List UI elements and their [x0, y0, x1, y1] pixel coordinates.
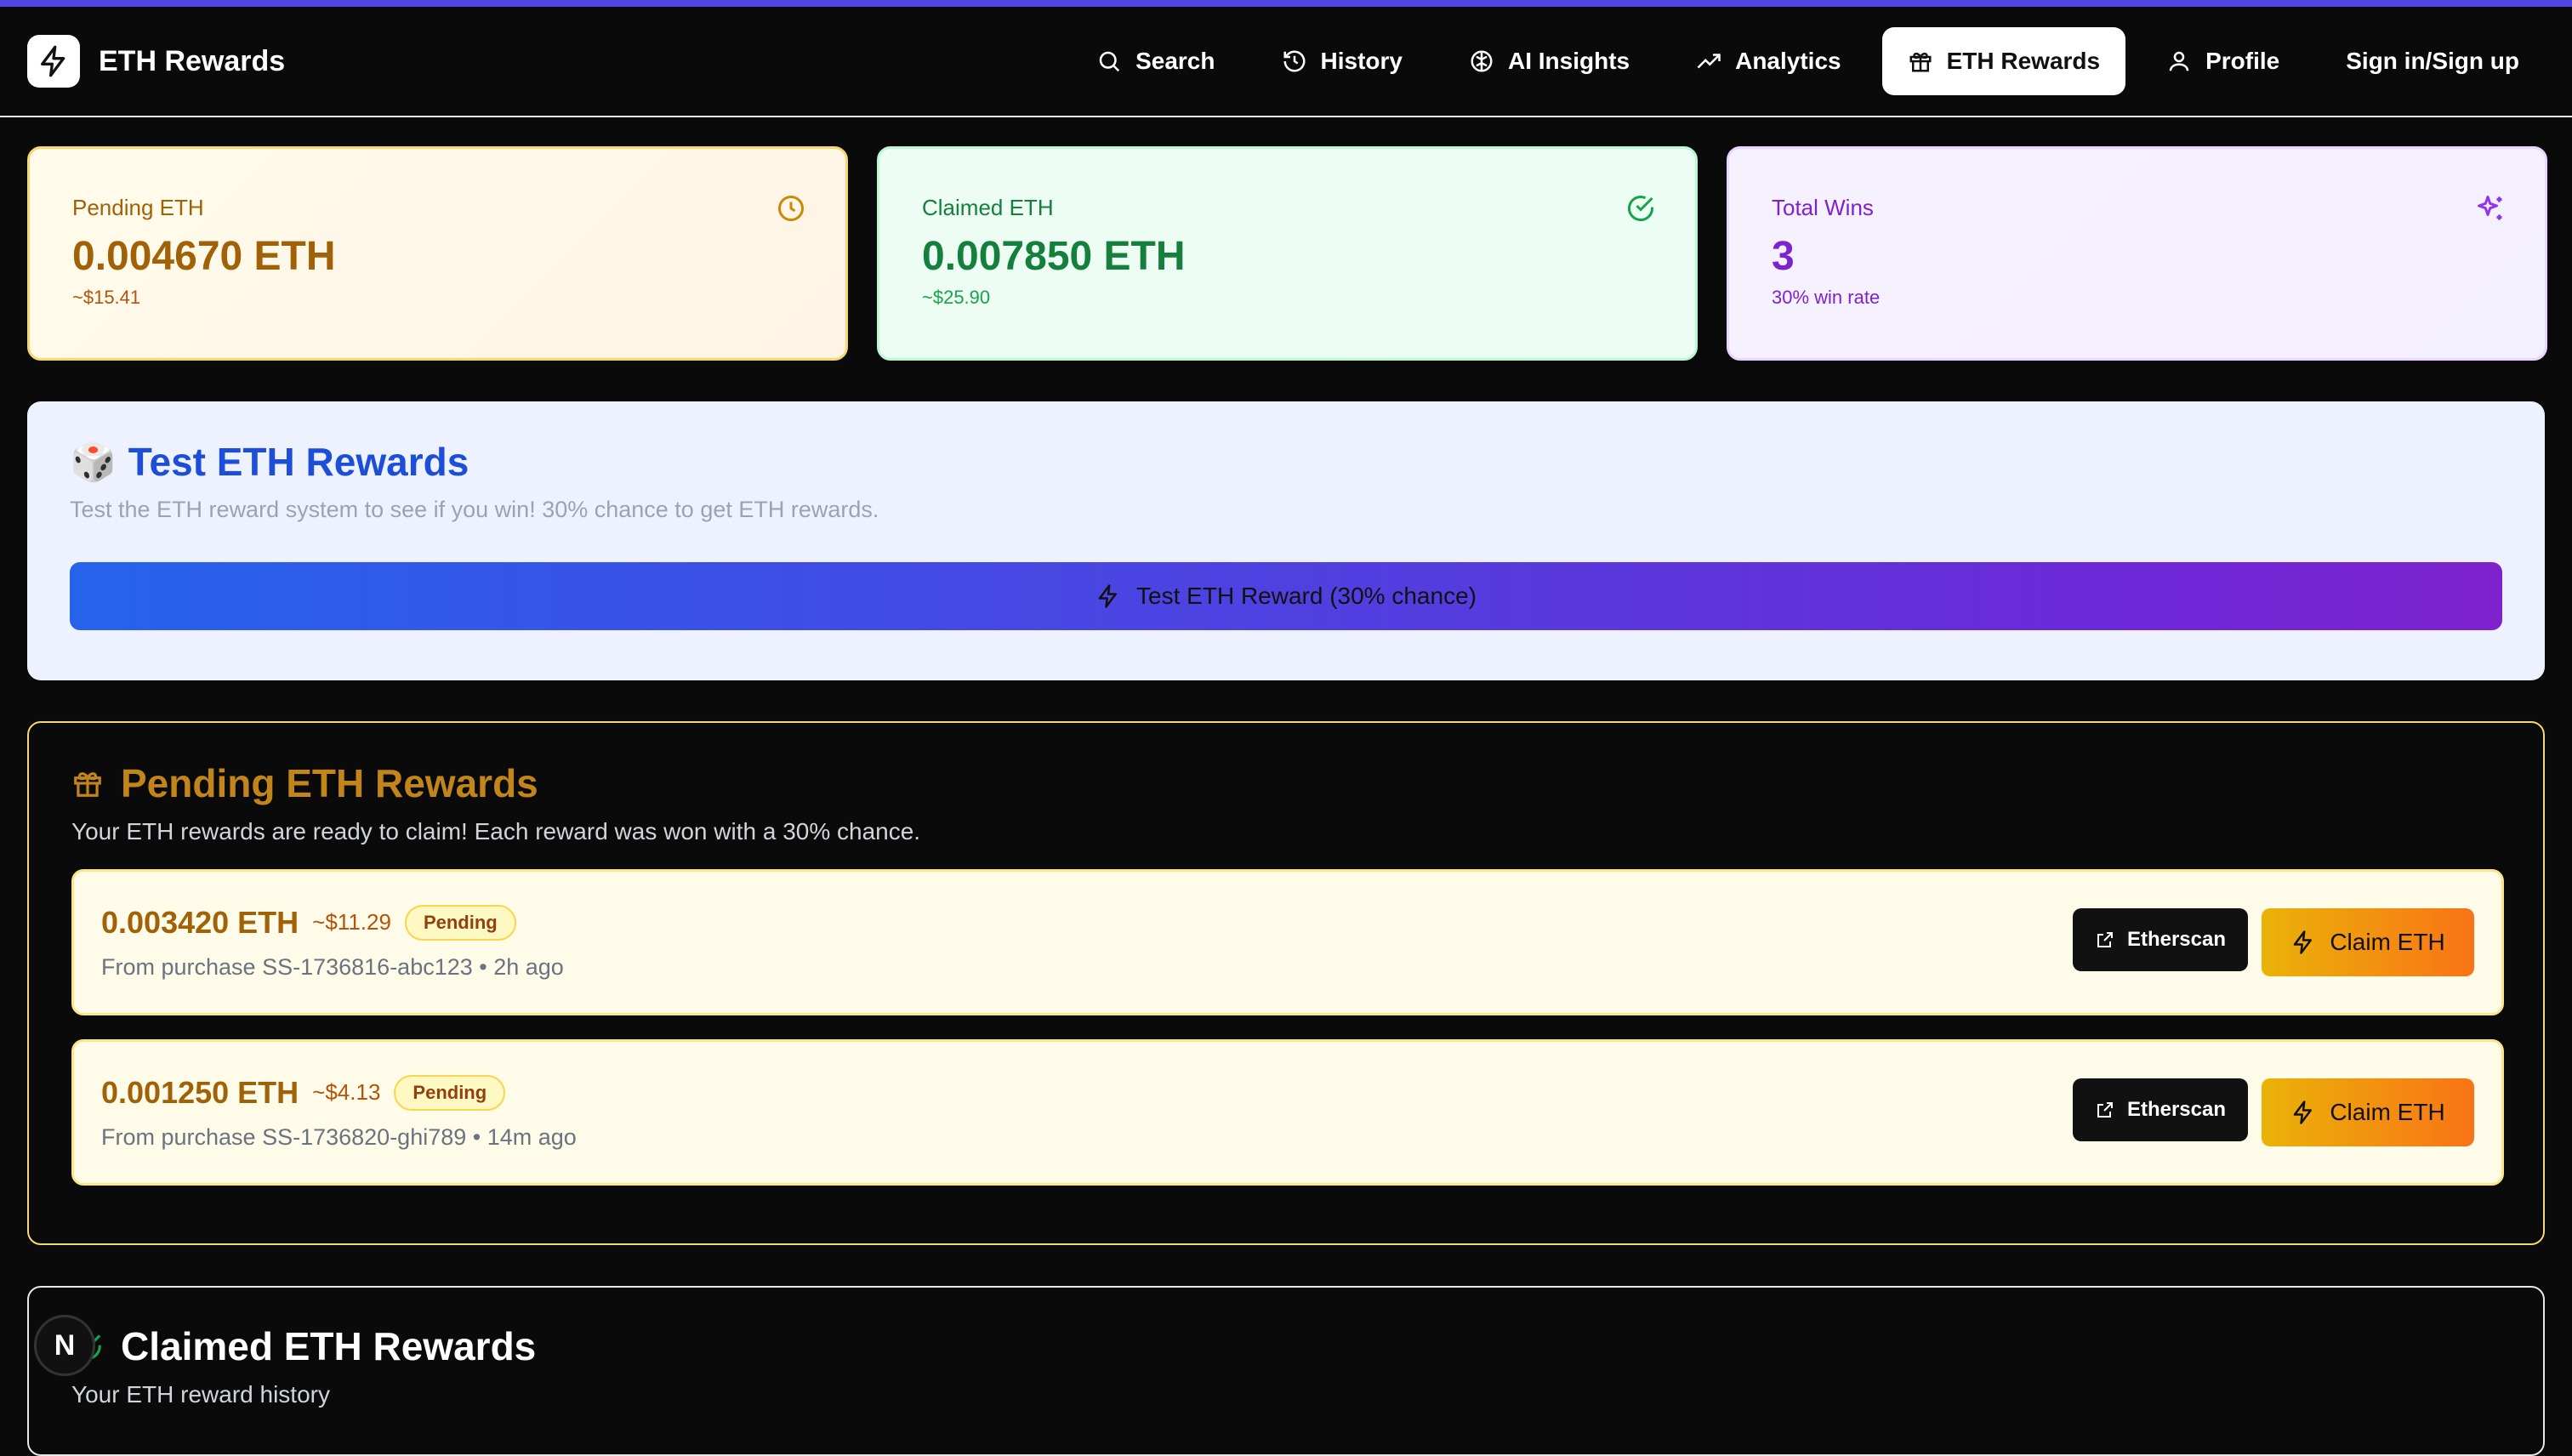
etherscan-button[interactable]: Etherscan — [2072, 1078, 2248, 1141]
claim-eth-button[interactable]: Claim ETH — [2262, 908, 2474, 976]
check-circle-icon — [1628, 196, 1653, 221]
brand-name: ETH Rewards — [99, 44, 286, 77]
nav-profile-label: Profile — [2205, 48, 2280, 74]
test-eth-reward-label: Test ETH Reward (30% chance) — [1136, 583, 1477, 609]
user-icon — [2169, 51, 2189, 71]
claim-eth-label: Claim ETH — [2330, 1099, 2445, 1125]
etherscan-button[interactable]: Etherscan — [2072, 908, 2248, 971]
dice-icon: 🎲 — [70, 441, 117, 483]
nav-eth-rewards-label: ETH Rewards — [1946, 48, 2101, 74]
sign-in-label: Sign in/Sign up — [2346, 48, 2519, 74]
reward-meta: From purchase SS-1736820-ghi789 • 14m ag… — [101, 1123, 577, 1150]
reward-item: 0.003420 ETH ~$11.29 Pending From purcha… — [71, 869, 2504, 1015]
claim-eth-label: Claim ETH — [2330, 929, 2445, 955]
pending-rewards-title-text: Pending ETH Rewards — [121, 761, 538, 805]
history-icon — [1283, 50, 1305, 72]
etherscan-label: Etherscan — [2126, 1098, 2226, 1121]
nav-analytics-label: Analytics — [1735, 48, 1841, 74]
nav-history[interactable]: History — [1256, 27, 1428, 95]
test-rewards-title: 🎲 Test ETH Rewards — [70, 439, 2502, 485]
pending-eth-card: Pending ETH 0.004670 ETH ~$15.41 — [27, 146, 848, 361]
test-rewards-title-text: Test ETH Rewards — [128, 440, 469, 484]
lightning-icon — [2294, 1101, 2313, 1124]
nav-profile[interactable]: Profile — [2141, 27, 2305, 95]
lightning-icon — [2294, 930, 2313, 954]
claimed-eth-usd: ~$25.90 — [922, 287, 991, 308]
lightning-icon — [1098, 584, 1118, 608]
claimed-rewards-title-text: Claimed ETH Rewards — [121, 1324, 537, 1368]
sign-in-button[interactable]: Sign in/Sign up — [2320, 27, 2545, 95]
pending-rewards-section: Pending ETH Rewards Your ETH rewards are… — [27, 721, 2545, 1245]
search-icon — [1099, 51, 1120, 72]
top-nav: ETH Rewards Search History AI Insights A… — [0, 7, 2572, 117]
external-link-icon — [2097, 1102, 2113, 1118]
nav-analytics[interactable]: Analytics — [1670, 27, 1867, 95]
test-rewards-description: Test the ETH reward system to see if you… — [70, 497, 879, 522]
total-wins-value: 3 — [1772, 234, 1795, 279]
nav-eth-rewards[interactable]: ETH Rewards — [1881, 27, 2126, 95]
nav-ai-insights[interactable]: AI Insights — [1443, 27, 1655, 95]
nav-menu: Search History AI Insights Analytics ETH… — [1071, 27, 2545, 95]
claim-eth-button[interactable]: Claim ETH — [2262, 1078, 2474, 1146]
nav-history-label: History — [1320, 48, 1403, 74]
claimed-rewards-description: Your ETH reward history — [71, 1381, 330, 1408]
dev-tools-badge[interactable]: N — [34, 1315, 95, 1376]
external-link-icon — [2097, 932, 2113, 947]
reward-amount: 0.003420 ETH — [101, 904, 299, 940]
pending-eth-usd: ~$15.41 — [72, 287, 141, 308]
sparkles-icon — [2478, 196, 2502, 220]
nav-search[interactable]: Search — [1071, 27, 1240, 95]
claimed-rewards-section: Claimed ETH Rewards Your ETH reward hist… — [27, 1286, 2545, 1456]
status-badge: Pending — [404, 904, 516, 941]
pending-rewards-title: Pending ETH Rewards — [71, 760, 2501, 806]
nav-ai-insights-label: AI Insights — [1507, 48, 1630, 74]
pending-eth-label: Pending ETH — [72, 195, 204, 220]
reward-amount: 0.001250 ETH — [101, 1074, 299, 1110]
top-accent-bar — [0, 0, 2572, 7]
claimed-eth-value: 0.007850 ETH — [922, 234, 1186, 279]
nav-search-label: Search — [1135, 48, 1215, 74]
gift-icon — [74, 772, 101, 797]
total-wins-label: Total Wins — [1772, 195, 1874, 220]
brain-icon — [1471, 50, 1493, 72]
trending-up-icon — [1697, 54, 1721, 69]
lightning-icon — [27, 35, 80, 88]
clock-icon — [778, 196, 804, 221]
pending-rewards-description: Your ETH rewards are ready to claim! Eac… — [71, 818, 921, 845]
etherscan-label: Etherscan — [2126, 928, 2226, 951]
test-eth-reward-button[interactable]: Test ETH Reward (30% chance) — [70, 562, 2502, 630]
stats-row: Pending ETH 0.004670 ETH ~$15.41 Claimed… — [27, 146, 2547, 361]
claimed-eth-card: Claimed ETH 0.007850 ETH ~$25.90 — [877, 146, 1698, 361]
claimed-eth-label: Claimed ETH — [922, 195, 1054, 220]
reward-meta: From purchase SS-1736816-abc123 • 2h ago — [101, 953, 564, 980]
brand[interactable]: ETH Rewards — [27, 35, 285, 88]
status-badge: Pending — [394, 1074, 506, 1111]
reward-item: 0.001250 ETH ~$4.13 Pending From purchas… — [71, 1039, 2504, 1186]
win-rate: 30% win rate — [1772, 287, 1881, 308]
reward-usd: ~$4.13 — [312, 1079, 381, 1105]
total-wins-card: Total Wins 3 30% win rate — [1727, 146, 2547, 361]
claimed-rewards-title: Claimed ETH Rewards — [71, 1323, 2501, 1369]
gift-icon — [1909, 52, 1932, 72]
test-rewards-card: 🎲 Test ETH Rewards Test the ETH reward s… — [27, 401, 2545, 680]
pending-eth-value: 0.004670 ETH — [72, 234, 336, 279]
reward-usd: ~$11.29 — [312, 909, 391, 935]
